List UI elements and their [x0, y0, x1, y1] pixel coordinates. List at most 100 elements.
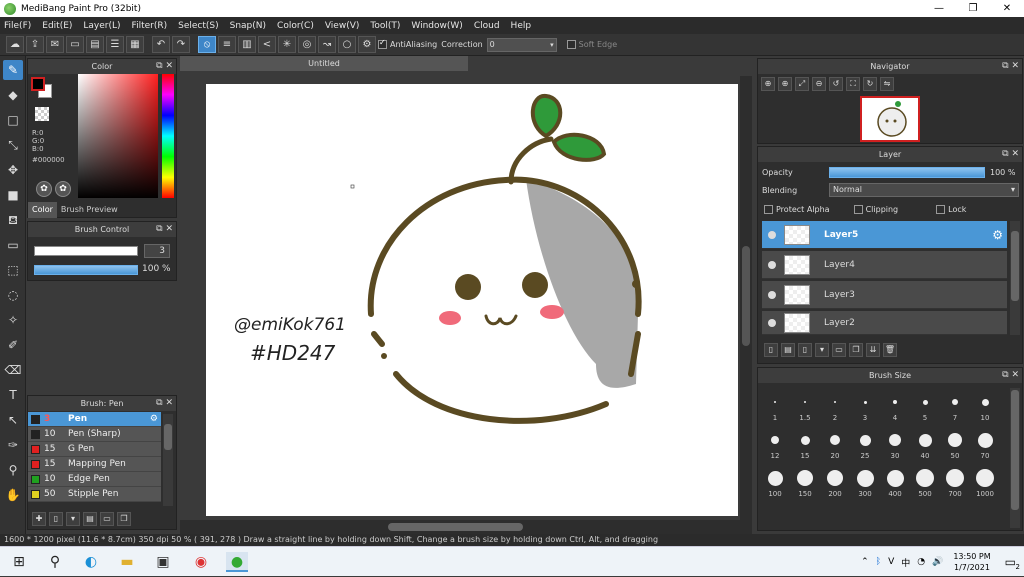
- eyedropper-tool-icon[interactable]: ⚲: [3, 460, 23, 480]
- rotate-right-icon[interactable]: ↻: [863, 77, 877, 91]
- medibang-taskbar-icon[interactable]: ●: [226, 552, 248, 572]
- menu-select[interactable]: Select(S): [178, 21, 219, 31]
- menu-filter[interactable]: Filter(R): [132, 21, 168, 31]
- brush-duplicate-icon[interactable]: ❐: [117, 512, 131, 526]
- brush-size-option[interactable]: 70: [970, 426, 1000, 460]
- panel-close-icon[interactable]: ⧉ ✕: [156, 222, 173, 237]
- layer-row[interactable]: Layer5 ⚙: [762, 221, 1007, 249]
- blending-select[interactable]: Normal ▾: [829, 183, 1019, 197]
- grid-snap-icon[interactable]: ▥: [238, 36, 256, 53]
- chat-icon[interactable]: ▭: [66, 36, 84, 53]
- brush-size-option[interactable]: 10: [970, 388, 1000, 422]
- brush-size-option[interactable]: 2: [820, 388, 850, 422]
- parallel-snap-icon[interactable]: ≡: [218, 36, 236, 53]
- navigator-preview[interactable]: [860, 96, 920, 142]
- fit-icon[interactable]: ⤢: [795, 77, 809, 91]
- curve-snap-icon[interactable]: ↝: [318, 36, 336, 53]
- gradient-tool-icon[interactable]: ▭: [3, 235, 23, 255]
- volume-icon[interactable]: 🔊: [932, 557, 943, 567]
- select-rect-tool-icon[interactable]: ⬚: [3, 260, 23, 280]
- operation-tool-icon[interactable]: ↖: [3, 410, 23, 430]
- new-1bit-layer-icon[interactable]: ▯: [798, 343, 812, 357]
- brush-size-slider[interactable]: [34, 246, 138, 256]
- vertical-scrollbar[interactable]: [740, 76, 752, 521]
- gear-icon[interactable]: ⚙: [992, 228, 1003, 242]
- brush-menu-icon[interactable]: ▾: [66, 512, 80, 526]
- layer-folder-icon[interactable]: ▭: [832, 343, 846, 357]
- panel-close-icon[interactable]: ⧉ ✕: [156, 396, 173, 411]
- brush-size-option[interactable]: 20: [820, 426, 850, 460]
- flip-icon[interactable]: ⇋: [880, 77, 894, 91]
- add-layer-menu-icon[interactable]: ▾: [815, 343, 829, 357]
- radial-snap-icon[interactable]: ✳: [278, 36, 296, 53]
- color-tools-icon[interactable]: ✿: [55, 181, 71, 197]
- brush-size-option[interactable]: 12: [760, 426, 790, 460]
- foreground-color-swatch[interactable]: [31, 77, 45, 91]
- redo-icon[interactable]: ↷: [172, 36, 190, 53]
- minimize-button[interactable]: —: [922, 0, 956, 17]
- layer-row[interactable]: Layer2: [762, 311, 1007, 335]
- menu-tool[interactable]: Tool(T): [370, 21, 400, 31]
- brush-item[interactable]: 15 G Pen: [28, 442, 161, 457]
- cloud-icon[interactable]: ☁: [6, 36, 24, 53]
- transparent-color-swatch[interactable]: [35, 107, 49, 121]
- panel-close-icon[interactable]: ⧉ ✕: [1002, 59, 1019, 74]
- brush-size-option[interactable]: 1.5: [790, 388, 820, 422]
- object-tool-icon[interactable]: ⤡: [3, 135, 23, 155]
- duplicate-layer-icon[interactable]: ❐: [849, 343, 863, 357]
- brush-size-option[interactable]: 50: [940, 426, 970, 460]
- zoom-actual-icon[interactable]: ⊕: [778, 77, 792, 91]
- network-icon[interactable]: ◔: [917, 557, 925, 567]
- vpn-icon[interactable]: V: [888, 557, 894, 567]
- protect-alpha-checkbox[interactable]: [764, 205, 773, 214]
- menu-color[interactable]: Color(C): [277, 21, 314, 31]
- snap-settings-icon[interactable]: ⚙: [358, 36, 376, 53]
- store-icon[interactable]: ▣: [152, 552, 174, 572]
- brush-size-scrollbar[interactable]: [1010, 388, 1020, 528]
- panel-close-icon[interactable]: ⧉ ✕: [156, 59, 173, 74]
- brush-size-option[interactable]: 15: [790, 426, 820, 460]
- brush-list-scrollbar[interactable]: [163, 414, 173, 506]
- menu-layer[interactable]: Layer(L): [83, 21, 120, 31]
- brush-size-option[interactable]: 500: [910, 464, 940, 498]
- correction-select[interactable]: 0 ▾: [486, 37, 557, 52]
- new-halftone-layer-icon[interactable]: ▤: [781, 343, 795, 357]
- brush-size-option[interactable]: 1: [760, 388, 790, 422]
- new-brush-icon[interactable]: ▯: [49, 512, 63, 526]
- notification-icon[interactable]: ▭ 2: [1005, 555, 1020, 571]
- brush-size-option[interactable]: 300: [850, 464, 880, 498]
- brush-opacity-slider[interactable]: [34, 265, 138, 275]
- brush-size-input[interactable]: 3: [144, 244, 170, 258]
- search-icon[interactable]: ⚲: [44, 552, 66, 572]
- fit-window-icon[interactable]: ⛶: [846, 77, 860, 91]
- canvas[interactable]: @emiKok761 #HD247: [206, 84, 738, 516]
- brush-size-option[interactable]: 25: [850, 426, 880, 460]
- brush-item[interactable]: 50 Stipple Pen: [28, 487, 161, 502]
- tab-color[interactable]: Color: [28, 202, 57, 218]
- palette-icon[interactable]: ✿: [36, 181, 52, 197]
- layer-scrollbar[interactable]: [1010, 221, 1020, 335]
- eraser-tool-icon[interactable]: ◆: [3, 85, 23, 105]
- windows-start-icon[interactable]: ⊞: [8, 552, 30, 572]
- clock[interactable]: 13:50 PM 1/7/2021: [953, 551, 990, 573]
- brush-item[interactable]: 10 Edge Pen: [28, 472, 161, 487]
- delete-layer-icon[interactable]: 🗑: [883, 343, 897, 357]
- menu-cloud[interactable]: Cloud: [474, 21, 500, 31]
- snap-off-icon[interactable]: ⦸: [198, 36, 216, 53]
- brush-size-option[interactable]: 7: [940, 388, 970, 422]
- undo-icon[interactable]: ↶: [152, 36, 170, 53]
- menu-view[interactable]: View(V): [325, 21, 360, 31]
- layer-opacity-slider[interactable]: [829, 167, 985, 178]
- circle-snap-icon[interactable]: ○: [338, 36, 356, 53]
- merge-layer-icon[interactable]: ⇊: [866, 343, 880, 357]
- lasso-tool-icon[interactable]: ◌: [3, 285, 23, 305]
- bucket-tool-icon[interactable]: ⛾: [3, 210, 23, 230]
- text-tool-icon[interactable]: T: [3, 385, 23, 405]
- brush-tool-icon[interactable]: ✎: [3, 60, 23, 80]
- brush-size-option[interactable]: 200: [820, 464, 850, 498]
- hue-slider[interactable]: [162, 74, 174, 198]
- layer-row[interactable]: Layer3: [762, 281, 1007, 309]
- menu-file[interactable]: File(F): [4, 21, 31, 31]
- panel-close-icon[interactable]: ⧉ ✕: [1002, 368, 1019, 383]
- horizontal-scrollbar[interactable]: [180, 520, 752, 534]
